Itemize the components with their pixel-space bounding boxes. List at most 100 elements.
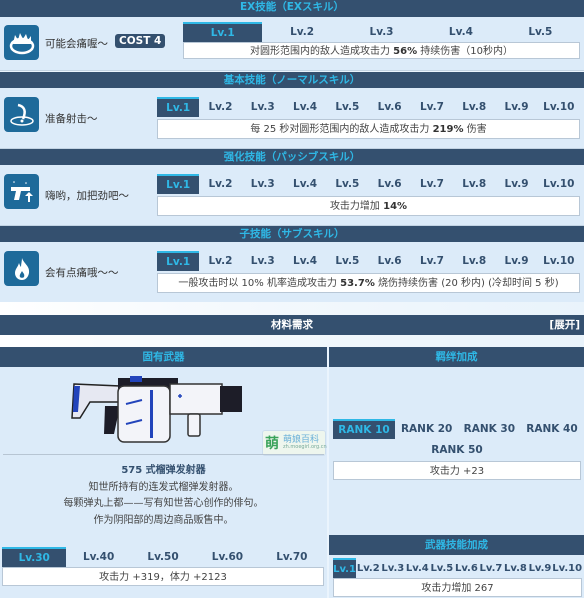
- tab-lv1[interactable]: Lv.1: [333, 558, 356, 578]
- tab-lv10[interactable]: Lv.10: [538, 97, 580, 117]
- tab-lv6[interactable]: Lv.6: [454, 558, 479, 578]
- tab-lv6[interactable]: Lv.6: [368, 174, 410, 194]
- tab-lv9[interactable]: Lv.9: [495, 174, 537, 194]
- tab-lv1[interactable]: Lv.1: [157, 97, 200, 117]
- tab-lv10[interactable]: Lv.10: [538, 251, 580, 271]
- tab-lv4[interactable]: Lv.4: [405, 558, 430, 578]
- flame-icon: [4, 251, 39, 286]
- weapon-desc-line: 作为阴阳部的周边商品贩售中。: [93, 514, 234, 526]
- tab-lv8[interactable]: Lv.8: [453, 97, 495, 117]
- section-title: 子技能（サブスキル）: [239, 228, 345, 240]
- tab-lv50[interactable]: Lv.50: [131, 547, 195, 567]
- desc-value: 53.7%: [340, 278, 375, 289]
- level-tabs: Lv.1 Lv.2 Lv.3 Lv.4 Lv.5: [183, 22, 580, 42]
- tab-lv6[interactable]: Lv.6: [368, 251, 410, 271]
- tab-lv7[interactable]: Lv.7: [411, 174, 453, 194]
- passive-skill-row: 嗨哟，加把劲吧～ Lv.1 Lv.2 Lv.3 Lv.4 Lv.5 Lv.6 L…: [0, 165, 584, 226]
- tab-lv2[interactable]: Lv.2: [199, 251, 241, 271]
- tab-lv4[interactable]: Lv.4: [284, 251, 326, 271]
- tab-lv7[interactable]: Lv.7: [411, 97, 453, 117]
- weapon-skill-level-tabs: Lv.1 Lv.2 Lv.3 Lv.4 Lv.5 Lv.6 Lv.7 Lv.8 …: [333, 558, 582, 578]
- tab-lv10[interactable]: Lv.10: [552, 558, 582, 578]
- tab-rank50[interactable]: RANK 50: [333, 439, 581, 461]
- tab-lv8[interactable]: Lv.8: [453, 251, 495, 271]
- tab-lv9[interactable]: Lv.9: [495, 251, 537, 271]
- desc-value: 14%: [383, 201, 408, 212]
- spacer: [0, 335, 584, 347]
- tab-lv5[interactable]: Lv.5: [326, 251, 368, 271]
- desc-value: 56%: [393, 46, 418, 57]
- tab-lv1[interactable]: Lv.1: [157, 251, 200, 271]
- tab-lv5[interactable]: Lv.5: [430, 558, 455, 578]
- tab-rank30[interactable]: RANK 30: [458, 419, 520, 439]
- watermark-logo: 萌: [265, 436, 279, 452]
- tab-lv5[interactable]: Lv.5: [326, 174, 368, 194]
- tab-lv3[interactable]: Lv.3: [242, 251, 284, 271]
- normal-skill-row: 准备射击～ Lv.1 Lv.2 Lv.3 Lv.4 Lv.5 Lv.6 Lv.7…: [0, 88, 584, 149]
- tab-lv60[interactable]: Lv.60: [195, 547, 259, 567]
- level-tabs: Lv.1 Lv.2 Lv.3 Lv.4 Lv.5 Lv.6 Lv.7 Lv.8 …: [157, 251, 580, 271]
- tab-lv9[interactable]: Lv.9: [528, 558, 553, 578]
- desc-text: 一般攻击时以 10% 机率造成攻击力: [178, 278, 341, 289]
- tab-rank40[interactable]: RANK 40: [523, 419, 581, 439]
- section-title: 基本技能（ノーマルスキル）: [223, 74, 361, 86]
- tab-lv2[interactable]: Lv.2: [199, 174, 241, 194]
- bond-header: 羁绊加成: [329, 347, 584, 367]
- flame-ring-icon: [4, 25, 39, 60]
- section-title: 羁绊加成: [435, 351, 478, 363]
- weapon-skill-stat: 攻击力增加 267: [333, 578, 582, 597]
- skill-name: 可能会痛喔～: [45, 38, 108, 50]
- skill-name: 准备射击～: [45, 113, 98, 125]
- sub-skill-row: 会有点痛哦～～ Lv.1 Lv.2 Lv.3 Lv.4 Lv.5 Lv.6 Lv…: [0, 242, 584, 302]
- section-title: 武器技能加成: [425, 539, 488, 551]
- desc-text: 烧伤持续伤害 (20 秒内) (冷却时间 5 秒): [374, 278, 559, 289]
- tab-lv1[interactable]: Lv.1: [183, 22, 263, 42]
- skill-name: 会有点痛哦～～: [45, 267, 119, 279]
- tab-lv2[interactable]: Lv.2: [356, 558, 381, 578]
- tab-lv4[interactable]: Lv.4: [421, 22, 500, 42]
- tab-lv8[interactable]: Lv.8: [503, 558, 528, 578]
- desc-text: 持续伤害（10秒内）: [417, 46, 514, 57]
- tab-lv6[interactable]: Lv.6: [368, 97, 410, 117]
- tab-lv9[interactable]: Lv.9: [495, 97, 537, 117]
- tab-lv5[interactable]: Lv.5: [326, 97, 368, 117]
- tab-lv10[interactable]: Lv.10: [538, 174, 580, 194]
- ex-skill-row: 可能会痛喔～ COST 4 Lv.1 Lv.2 Lv.3 Lv.4 Lv.5 对…: [0, 17, 584, 71]
- tab-lv70[interactable]: Lv.70: [260, 547, 324, 567]
- level-tabs: Lv.1 Lv.2 Lv.3 Lv.4 Lv.5 Lv.6 Lv.7 Lv.8 …: [157, 174, 580, 194]
- tab-lv1[interactable]: Lv.1: [157, 174, 200, 194]
- weapon-desc-line: 知世所持有的连发式榴弹发射器。: [88, 481, 239, 493]
- pistol-upgrade-icon: [4, 174, 39, 209]
- divider: [3, 454, 324, 455]
- weapon-level-tabs: Lv.30 Lv.40 Lv.50 Lv.60 Lv.70: [2, 547, 324, 567]
- tab-lv7[interactable]: Lv.7: [479, 558, 504, 578]
- tab-rank10[interactable]: RANK 10: [333, 419, 395, 439]
- tab-lv4[interactable]: Lv.4: [284, 97, 326, 117]
- watermark: 萌 萌娘百科 zh.moegirl.org.cn: [262, 430, 327, 456]
- tab-rank20[interactable]: RANK 20: [398, 419, 456, 439]
- tab-lv40[interactable]: Lv.40: [66, 547, 130, 567]
- tab-lv3[interactable]: Lv.3: [242, 174, 284, 194]
- tab-lv4[interactable]: Lv.4: [284, 174, 326, 194]
- ex-skill-header: EX技能（EXスキル）: [0, 0, 584, 17]
- skill-description: 一般攻击时以 10% 机率造成攻击力 53.7% 烧伤持续伤害 (20 秒内) …: [157, 273, 580, 293]
- tab-lv2[interactable]: Lv.2: [199, 97, 241, 117]
- tab-lv5[interactable]: Lv.5: [501, 22, 580, 42]
- section-title: 强化技能（パッシブスキル）: [223, 151, 361, 163]
- weapon-info: 575 式榴弹发射器 知世所持有的连发式榴弹发射器。 每颗弹丸上都——写有知世苦…: [0, 463, 327, 529]
- weapon-stat: 攻击力 +319，体力 +2123: [2, 567, 324, 586]
- tab-lv3[interactable]: Lv.3: [381, 558, 406, 578]
- tab-lv3[interactable]: Lv.3: [342, 22, 421, 42]
- skill-description: 对圆形范围内的敌人造成攻击力 56% 持续伤害（10秒内）: [183, 42, 580, 59]
- weapon-header: 固有武器: [0, 347, 327, 367]
- tab-lv7[interactable]: Lv.7: [411, 251, 453, 271]
- tab-lv2[interactable]: Lv.2: [262, 22, 341, 42]
- arc-shot-target-icon: [4, 97, 39, 132]
- spacer: [0, 302, 584, 315]
- expand-link[interactable]: [展开]: [549, 315, 580, 335]
- tab-lv30[interactable]: Lv.30: [2, 547, 67, 567]
- tab-lv8[interactable]: Lv.8: [453, 174, 495, 194]
- tab-lv3[interactable]: Lv.3: [242, 97, 284, 117]
- watermark-url: zh.moegirl.org.cn: [283, 444, 327, 450]
- weapon-desc-line: 每颗弹丸上都——写有知世苦心创作的俳句。: [63, 498, 264, 509]
